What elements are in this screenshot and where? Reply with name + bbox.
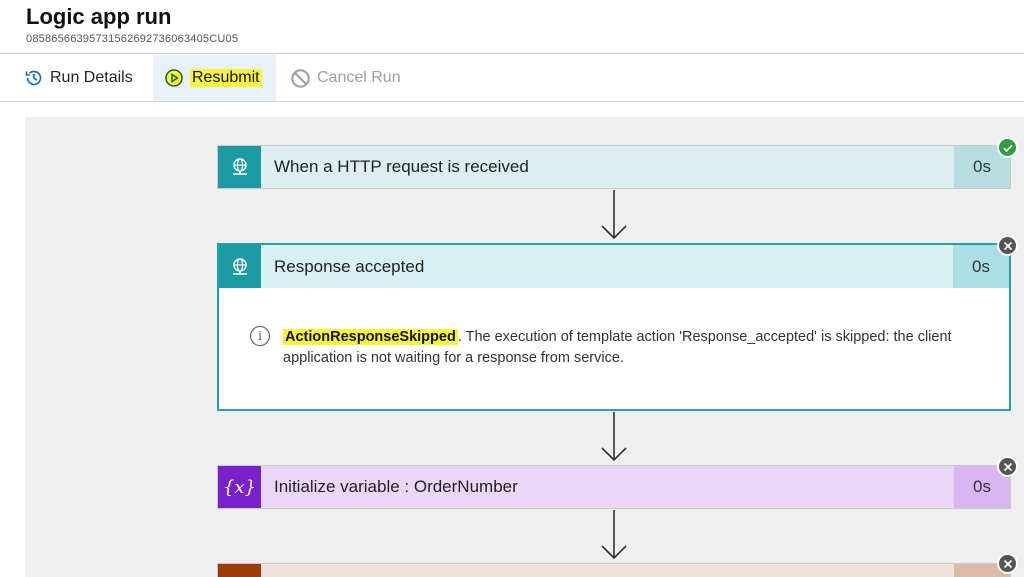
flow-arrow-icon	[601, 412, 627, 462]
history-icon	[25, 70, 42, 86]
page-title: Logic app run	[26, 4, 172, 29]
step-details: i ActionResponseSkipped. The execution o…	[219, 288, 1009, 409]
info-icon: i	[250, 326, 270, 346]
error-message: ActionResponseSkipped. The execution of …	[283, 327, 973, 369]
success-check-icon	[997, 137, 1018, 158]
step-label: Initialize variable : OrderNumber	[261, 466, 954, 508]
skipped-x-icon	[997, 553, 1018, 574]
cancel-run-button[interactable]: Cancel Run	[290, 55, 401, 101]
skipped-x-icon	[997, 456, 1018, 477]
cancel-run-label: Cancel Run	[317, 69, 401, 86]
http-request-icon	[218, 146, 261, 188]
step-http-trigger[interactable]: When a HTTP request is received 0s	[217, 145, 1011, 189]
page-header: Logic app run 08586566395731562692736063…	[0, 0, 1024, 54]
step-initialize-variable[interactable]: {x} Initialize variable : OrderNumber 0s	[217, 465, 1011, 509]
cancel-icon	[291, 68, 310, 88]
step-next-action[interactable]	[217, 563, 1011, 577]
variable-icon: {x}	[218, 466, 261, 508]
toolbar: Run Details Resubmit Cancel Run	[0, 55, 1024, 102]
resubmit-button[interactable]: Resubmit	[153, 55, 276, 101]
run-details-button[interactable]: Run Details	[24, 55, 133, 101]
run-details-label: Run Details	[50, 69, 133, 86]
resubmit-icon	[165, 69, 183, 87]
run-id: 08586566395731562692736063405CU05	[26, 33, 239, 45]
step-label: Response accepted	[261, 245, 953, 288]
skipped-x-icon	[997, 235, 1018, 256]
step-label: When a HTTP request is received	[261, 146, 954, 188]
response-icon	[219, 245, 261, 288]
resubmit-label: Resubmit	[190, 69, 262, 87]
flow-arrow-icon	[601, 510, 627, 560]
step-response-accepted[interactable]: Response accepted 0s i ActionResponseSki…	[217, 243, 1011, 411]
step-label	[261, 564, 954, 577]
step-header: Response accepted 0s	[219, 245, 1009, 288]
flow-arrow-icon	[601, 190, 627, 240]
error-code: ActionResponseSkipped	[283, 329, 458, 345]
action-icon	[218, 564, 261, 577]
